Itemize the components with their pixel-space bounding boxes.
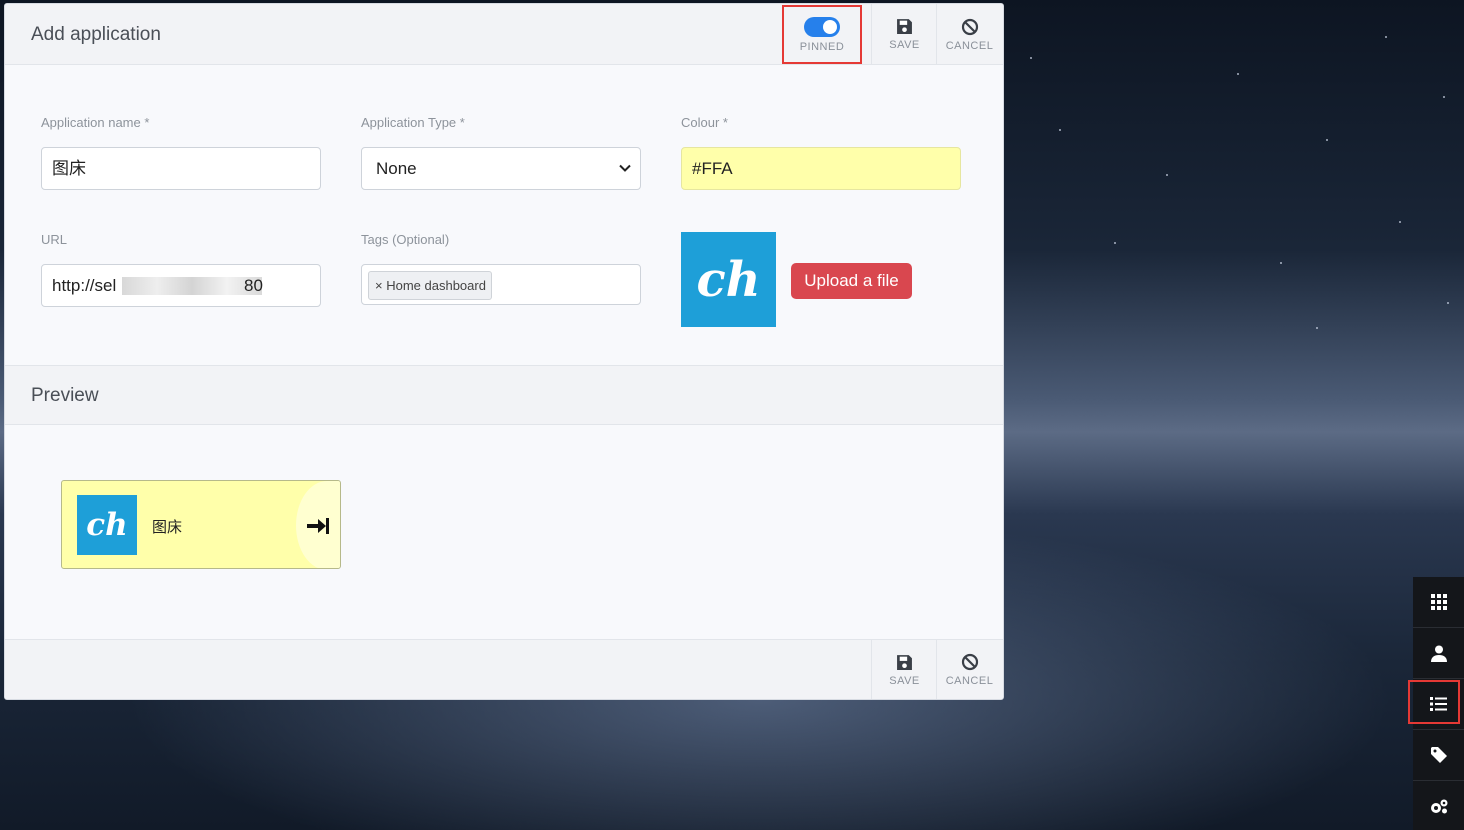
tile-icon-text: ch xyxy=(86,507,128,543)
modal-footer: SAVE CANCEL xyxy=(5,639,1003,699)
tags-label: Tags (Optional) xyxy=(361,232,450,247)
list-icon xyxy=(1430,697,1447,711)
ban-icon xyxy=(961,18,978,35)
arrow-right-to-bar-icon xyxy=(307,517,329,534)
url-label: URL xyxy=(41,232,68,247)
add-application-modal: Add application PINNED SAVE CANCEL Appli… xyxy=(4,3,1004,700)
tile-icon: ch xyxy=(77,495,137,555)
pinned-label: PINNED xyxy=(799,40,845,53)
url-input[interactable]: http://sel 80 xyxy=(41,264,321,307)
sidebar-item-tags[interactable] xyxy=(1413,730,1464,781)
tag-icon xyxy=(1430,747,1447,763)
colour-input[interactable]: #FFA xyxy=(681,147,961,190)
right-sidebar xyxy=(1413,577,1464,830)
pinned-toggle[interactable]: PINNED xyxy=(782,4,862,65)
preview-header: Preview xyxy=(5,365,1003,425)
app-type-value: None xyxy=(376,159,417,178)
tag-remove-icon[interactable]: × xyxy=(375,278,383,293)
sidebar-item-settings[interactable] xyxy=(1413,781,1464,830)
user-icon xyxy=(1430,645,1447,662)
sidebar-item-applications[interactable] xyxy=(1413,577,1464,628)
toggle-switch-icon xyxy=(804,16,840,37)
sidebar-item-users[interactable] xyxy=(1413,628,1464,679)
preview-tile[interactable]: ch 图床 xyxy=(61,480,341,569)
preview-title: Preview xyxy=(31,385,99,406)
cancel-label: CANCEL xyxy=(945,39,994,52)
cogs-icon xyxy=(1430,799,1447,813)
app-name-input[interactable]: 图床 xyxy=(41,147,321,190)
cancel-button[interactable]: CANCEL xyxy=(936,4,1002,65)
cancel-label: CANCEL xyxy=(945,675,994,687)
redacted-blur xyxy=(122,277,262,295)
tile-open-link[interactable] xyxy=(296,481,340,568)
save-button-bottom[interactable]: SAVE xyxy=(871,640,937,699)
app-type-label: Application Type * xyxy=(361,115,465,130)
tag-label: Home dashboard xyxy=(386,278,486,293)
url-value-prefix: http://sel xyxy=(52,276,117,295)
tags-input[interactable]: × Home dashboard xyxy=(361,264,641,305)
app-icon-preview: ch xyxy=(681,232,776,327)
ban-icon xyxy=(961,653,978,671)
floppy-disk-icon xyxy=(897,654,912,670)
save-label: SAVE xyxy=(889,39,920,51)
tile-name: 图床 xyxy=(152,519,183,536)
save-button[interactable]: SAVE xyxy=(871,4,937,65)
cancel-button-bottom[interactable]: CANCEL xyxy=(936,640,1002,699)
url-value-suffix: 80 xyxy=(244,276,263,295)
chevron-down-icon xyxy=(619,164,631,172)
sidebar-item-list[interactable] xyxy=(1413,679,1464,730)
modal-title: Add application xyxy=(31,24,161,45)
modal-header: Add application PINNED SAVE CANCEL xyxy=(5,4,1003,65)
grid-icon xyxy=(1430,594,1447,610)
save-label: SAVE xyxy=(889,674,920,687)
app-type-select[interactable]: None xyxy=(361,147,641,190)
upload-file-button[interactable]: Upload a file xyxy=(791,263,912,299)
app-name-label: Application name * xyxy=(41,115,150,130)
tag-chip: × Home dashboard xyxy=(368,271,492,300)
colour-label: Colour * xyxy=(681,115,728,130)
floppy-disk-icon xyxy=(897,19,912,34)
app-icon-text: ch xyxy=(696,251,761,308)
